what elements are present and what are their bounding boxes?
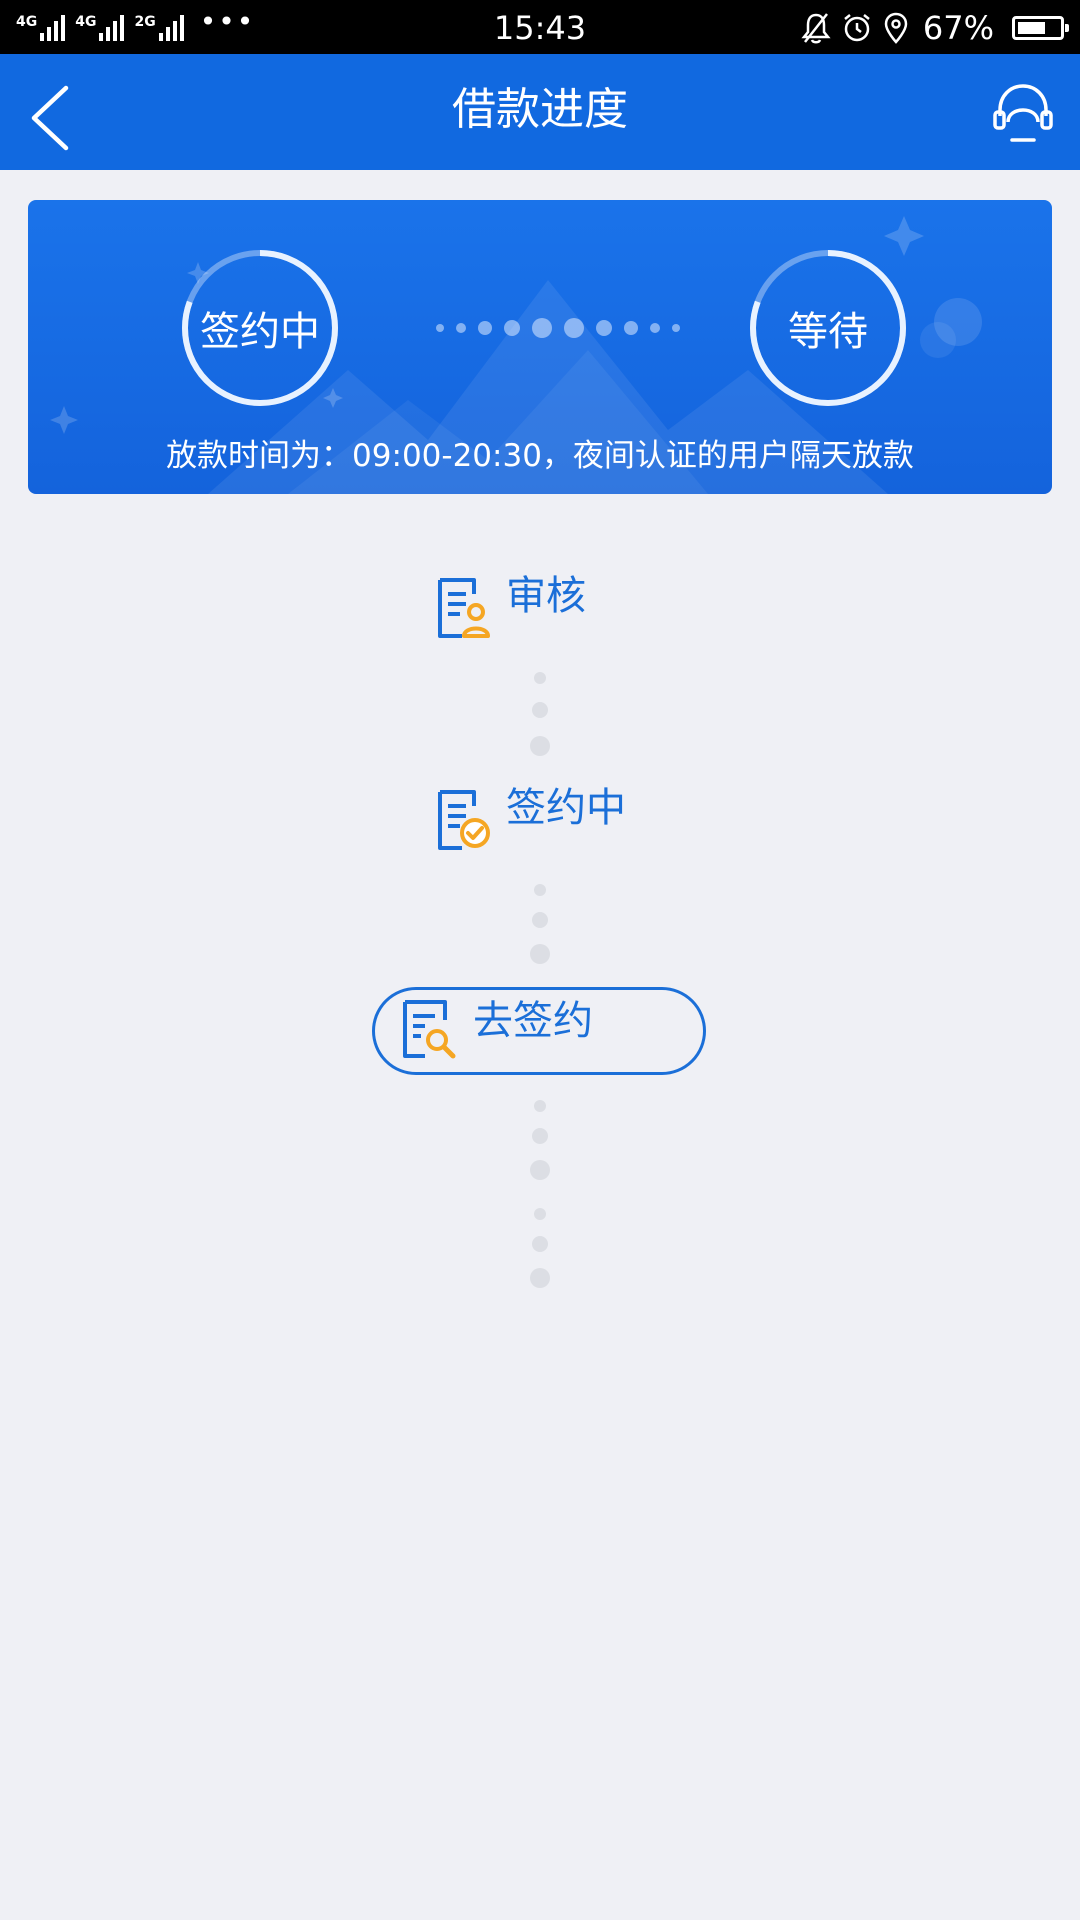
step-connector <box>520 876 560 976</box>
current-status-ring: 签约中 <box>180 248 340 408</box>
step-review: 审核 <box>434 573 586 640</box>
status-banner: 签约中 等待 放款时间为：09:00-20:30，夜间认证的用户隔天放款 <box>28 200 1052 494</box>
document-user-icon <box>438 578 490 638</box>
bell-off-icon <box>801 13 831 44</box>
nav-bar: 借款进度 <box>0 54 1080 170</box>
page-title: 借款进度 <box>452 84 628 135</box>
battery-cap <box>1065 24 1069 32</box>
next-status-ring: 等待 <box>748 248 908 408</box>
next-status-label: 等待 <box>788 309 868 355</box>
step-label: 审核 <box>506 573 586 619</box>
go-sign-label: 去签约 <box>473 998 593 1044</box>
disbursement-time-note: 放款时间为：09:00-20:30，夜间认证的用户隔天放款 <box>166 438 914 474</box>
customer-service-button[interactable] <box>992 82 1054 144</box>
battery-percent: 67% <box>922 9 994 47</box>
alarm-icon <box>844 14 870 42</box>
document-check-icon <box>438 790 490 850</box>
status-right: 67% <box>801 8 1069 48</box>
progress-dots <box>408 316 708 340</box>
battery-icon <box>1012 16 1069 40</box>
step-connector <box>520 1092 560 1292</box>
location-icon <box>884 12 908 44</box>
go-sign-button[interactable]: 去签约 <box>372 987 706 1075</box>
step-signing: 签约中 <box>434 785 626 852</box>
battery-fill <box>1018 22 1045 34</box>
headset-icon <box>993 84 1053 142</box>
status-bar: 4G 4G 2G ••• 15:43 67% <box>0 0 1080 54</box>
current-status-label: 签约中 <box>200 309 320 355</box>
icon-wrap <box>399 998 459 1066</box>
document-search-icon <box>403 1000 456 1059</box>
step-connector <box>520 664 560 764</box>
step-label: 签约中 <box>506 785 626 831</box>
